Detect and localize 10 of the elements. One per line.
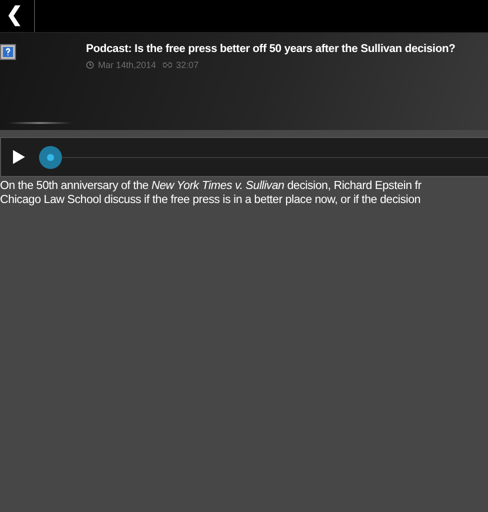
episode-duration: 32:07 xyxy=(176,60,199,70)
episode-title: Podcast: Is the free press better off 50 years after the Sullivan decision? xyxy=(86,43,456,55)
episode-date: Mar 14th,2014 xyxy=(98,60,156,70)
broken-image-icon xyxy=(0,44,16,60)
clock-icon xyxy=(86,61,94,69)
seek-thumb[interactable] xyxy=(39,146,62,168)
description-line: On the 50th anniversary of the New York Times v. Sullivan decision, Richard Epstein fr xyxy=(0,179,422,193)
description-line: Chicago Law School discuss if the free press is in a better place now, or if the decision xyxy=(0,193,422,207)
link-icon xyxy=(163,62,172,68)
play-icon xyxy=(12,149,26,165)
